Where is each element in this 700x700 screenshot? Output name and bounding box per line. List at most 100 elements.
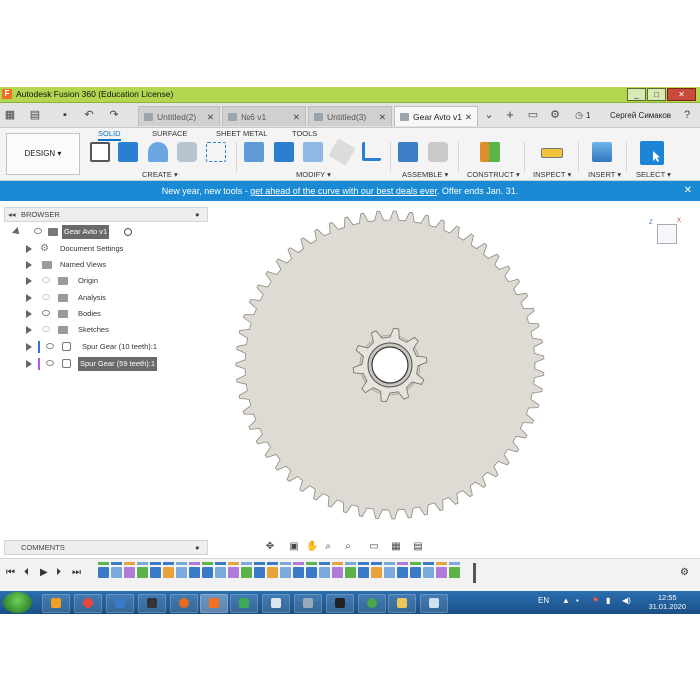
collapse-browser-icon[interactable]: ◂◂	[8, 208, 16, 221]
orbit-icon[interactable]: ✥	[264, 541, 276, 553]
taskbar-app-window[interactable]	[420, 594, 448, 613]
taskbar-app-firefox[interactable]	[170, 594, 198, 613]
visibility-eye-icon[interactable]	[42, 310, 50, 316]
timeline-feature[interactable]	[254, 567, 265, 578]
go-to-end-icon[interactable]: ⏭	[72, 567, 81, 578]
play-icon[interactable]: ▶	[40, 567, 48, 578]
select-menu[interactable]: SELECT ▾	[636, 170, 671, 179]
revolve-icon[interactable]	[148, 142, 168, 162]
promo-link[interactable]: get ahead of the curve with our best dea…	[250, 186, 437, 196]
expand-arrow-icon[interactable]	[26, 360, 32, 368]
joint-icon[interactable]	[428, 142, 448, 162]
timeline-feature[interactable]	[267, 567, 278, 578]
timeline-feature[interactable]	[449, 567, 460, 578]
network-signal-icon[interactable]: ▮	[606, 596, 610, 605]
taskbar-app-media[interactable]	[42, 594, 70, 613]
timeline-feature[interactable]	[371, 567, 382, 578]
timeline-feature[interactable]	[189, 567, 200, 578]
hidden-eye-icon[interactable]	[42, 294, 50, 300]
tree-root[interactable]: Gear Avto v1	[0, 225, 210, 239]
create-menu[interactable]: CREATE ▾	[142, 170, 178, 179]
browser-pin-icon[interactable]: ●	[195, 208, 200, 221]
display-settings-icon[interactable]: ▭	[368, 541, 380, 553]
start-button[interactable]	[3, 592, 32, 613]
offset-plane-icon[interactable]	[480, 142, 500, 162]
tree-item-named-views[interactable]: Named Views	[0, 258, 210, 272]
taskbar-app-calculator[interactable]	[294, 594, 322, 613]
visibility-eye-icon[interactable]	[46, 343, 54, 349]
timeline-feature[interactable]	[306, 567, 317, 578]
file-menu-icon[interactable]: ▤	[28, 108, 42, 122]
redo-icon[interactable]: ↷	[107, 108, 121, 122]
taskbar-app-explorer[interactable]	[388, 594, 416, 613]
volume-icon[interactable]: ◀)	[622, 596, 631, 605]
expand-arrow-icon[interactable]	[26, 294, 32, 302]
timeline-feature[interactable]	[397, 567, 408, 578]
select-icon[interactable]	[640, 141, 664, 165]
viewcube[interactable]: Z X	[645, 218, 685, 250]
split-body-icon[interactable]	[328, 138, 356, 166]
insert-image-icon[interactable]	[592, 142, 612, 162]
timeline-feature[interactable]	[241, 567, 252, 578]
extensions-icon[interactable]: ⚙	[548, 108, 562, 122]
taskbar-app-globe[interactable]	[358, 594, 386, 613]
root-component-label[interactable]: Gear Avto v1	[62, 225, 110, 239]
visibility-eye-icon[interactable]	[46, 360, 54, 366]
taskbar-app-arrow[interactable]	[326, 594, 354, 613]
timeline-feature[interactable]	[98, 567, 109, 578]
timeline-feature[interactable]	[358, 567, 369, 578]
undo-icon[interactable]: ↶	[82, 108, 96, 122]
tab-tools[interactable]: TOOLS	[292, 129, 317, 138]
timeline-feature[interactable]	[293, 567, 304, 578]
timeline-feature[interactable]	[228, 567, 239, 578]
tab-untitled-2[interactable]: Untitled(2) ✕	[138, 106, 220, 126]
pan-hand-icon[interactable]: ✋	[306, 541, 318, 553]
timeline-feature[interactable]	[280, 567, 291, 578]
look-at-icon[interactable]: ▣	[288, 541, 300, 553]
timeline-feature[interactable]	[176, 567, 187, 578]
align-icon[interactable]	[362, 142, 381, 161]
tab-gear-avto[interactable]: Gear Avto v1 ✕	[394, 106, 478, 126]
comments-panel-header[interactable]: COMMENTS ●	[4, 540, 208, 555]
hole-icon[interactable]	[177, 142, 197, 162]
close-tab-icon[interactable]: ✕	[465, 107, 472, 127]
activate-radio-icon[interactable]	[124, 228, 132, 236]
timeline-feature[interactable]	[384, 567, 395, 578]
tab-overflow-chevron-icon[interactable]: ⌄	[482, 108, 496, 122]
viewcube-face[interactable]	[657, 224, 677, 244]
user-name[interactable]: Сергей Симаков	[610, 111, 671, 120]
timeline-feature[interactable]	[150, 567, 161, 578]
tree-item-analysis[interactable]: Analysis	[0, 291, 210, 305]
browser-panel-header[interactable]: ◂◂ BROWSER ●	[4, 207, 208, 222]
tab-sheet-metal[interactable]: SHEET METAL	[216, 129, 267, 138]
create-sketch-icon[interactable]	[90, 142, 110, 162]
workspace-switcher[interactable]: DESIGN ▾	[6, 133, 80, 175]
tree-item-origin[interactable]: Origin	[0, 274, 210, 288]
action-center-flag-icon[interactable]: ⚑	[592, 596, 599, 605]
job-status-icon[interactable]: ◷	[572, 108, 586, 122]
hidden-eye-icon[interactable]	[42, 326, 50, 332]
tree-item-spur-gear-59[interactable]: Spur Gear (59 teeth):1	[0, 357, 210, 371]
expand-arrow-icon[interactable]	[26, 261, 32, 269]
press-pull-icon[interactable]	[244, 142, 264, 162]
pattern-icon[interactable]	[206, 142, 226, 162]
expand-arrow-icon[interactable]	[26, 277, 32, 285]
maximize-button[interactable]: □	[647, 88, 666, 101]
new-tab-plus-icon[interactable]: +	[503, 108, 517, 122]
expand-arrow-icon[interactable]	[26, 310, 32, 318]
timeline-feature[interactable]	[319, 567, 330, 578]
insert-menu[interactable]: INSERT ▾	[588, 170, 621, 179]
visibility-eye-icon[interactable]	[34, 228, 42, 234]
tree-item-spur-gear-10[interactable]: Spur Gear (10 teeth):1	[0, 340, 210, 354]
viewports-icon[interactable]: ▤	[412, 541, 424, 553]
tab-surface[interactable]: SURFACE	[152, 129, 187, 138]
assemble-menu[interactable]: ASSEMBLE ▾	[402, 170, 448, 179]
tree-item-sketches[interactable]: Sketches	[0, 323, 210, 337]
minimize-button[interactable]: _	[627, 88, 646, 101]
save-icon[interactable]: ▪	[58, 108, 72, 122]
tab-solid[interactable]: SOLID	[98, 129, 121, 141]
tab-untitled-3[interactable]: Untitled(3) ✕	[308, 106, 392, 126]
zoom-icon[interactable]: ⌕	[322, 541, 334, 553]
show-hidden-icons-icon[interactable]: ▲	[562, 596, 570, 605]
expand-arrow-icon[interactable]	[26, 343, 32, 351]
